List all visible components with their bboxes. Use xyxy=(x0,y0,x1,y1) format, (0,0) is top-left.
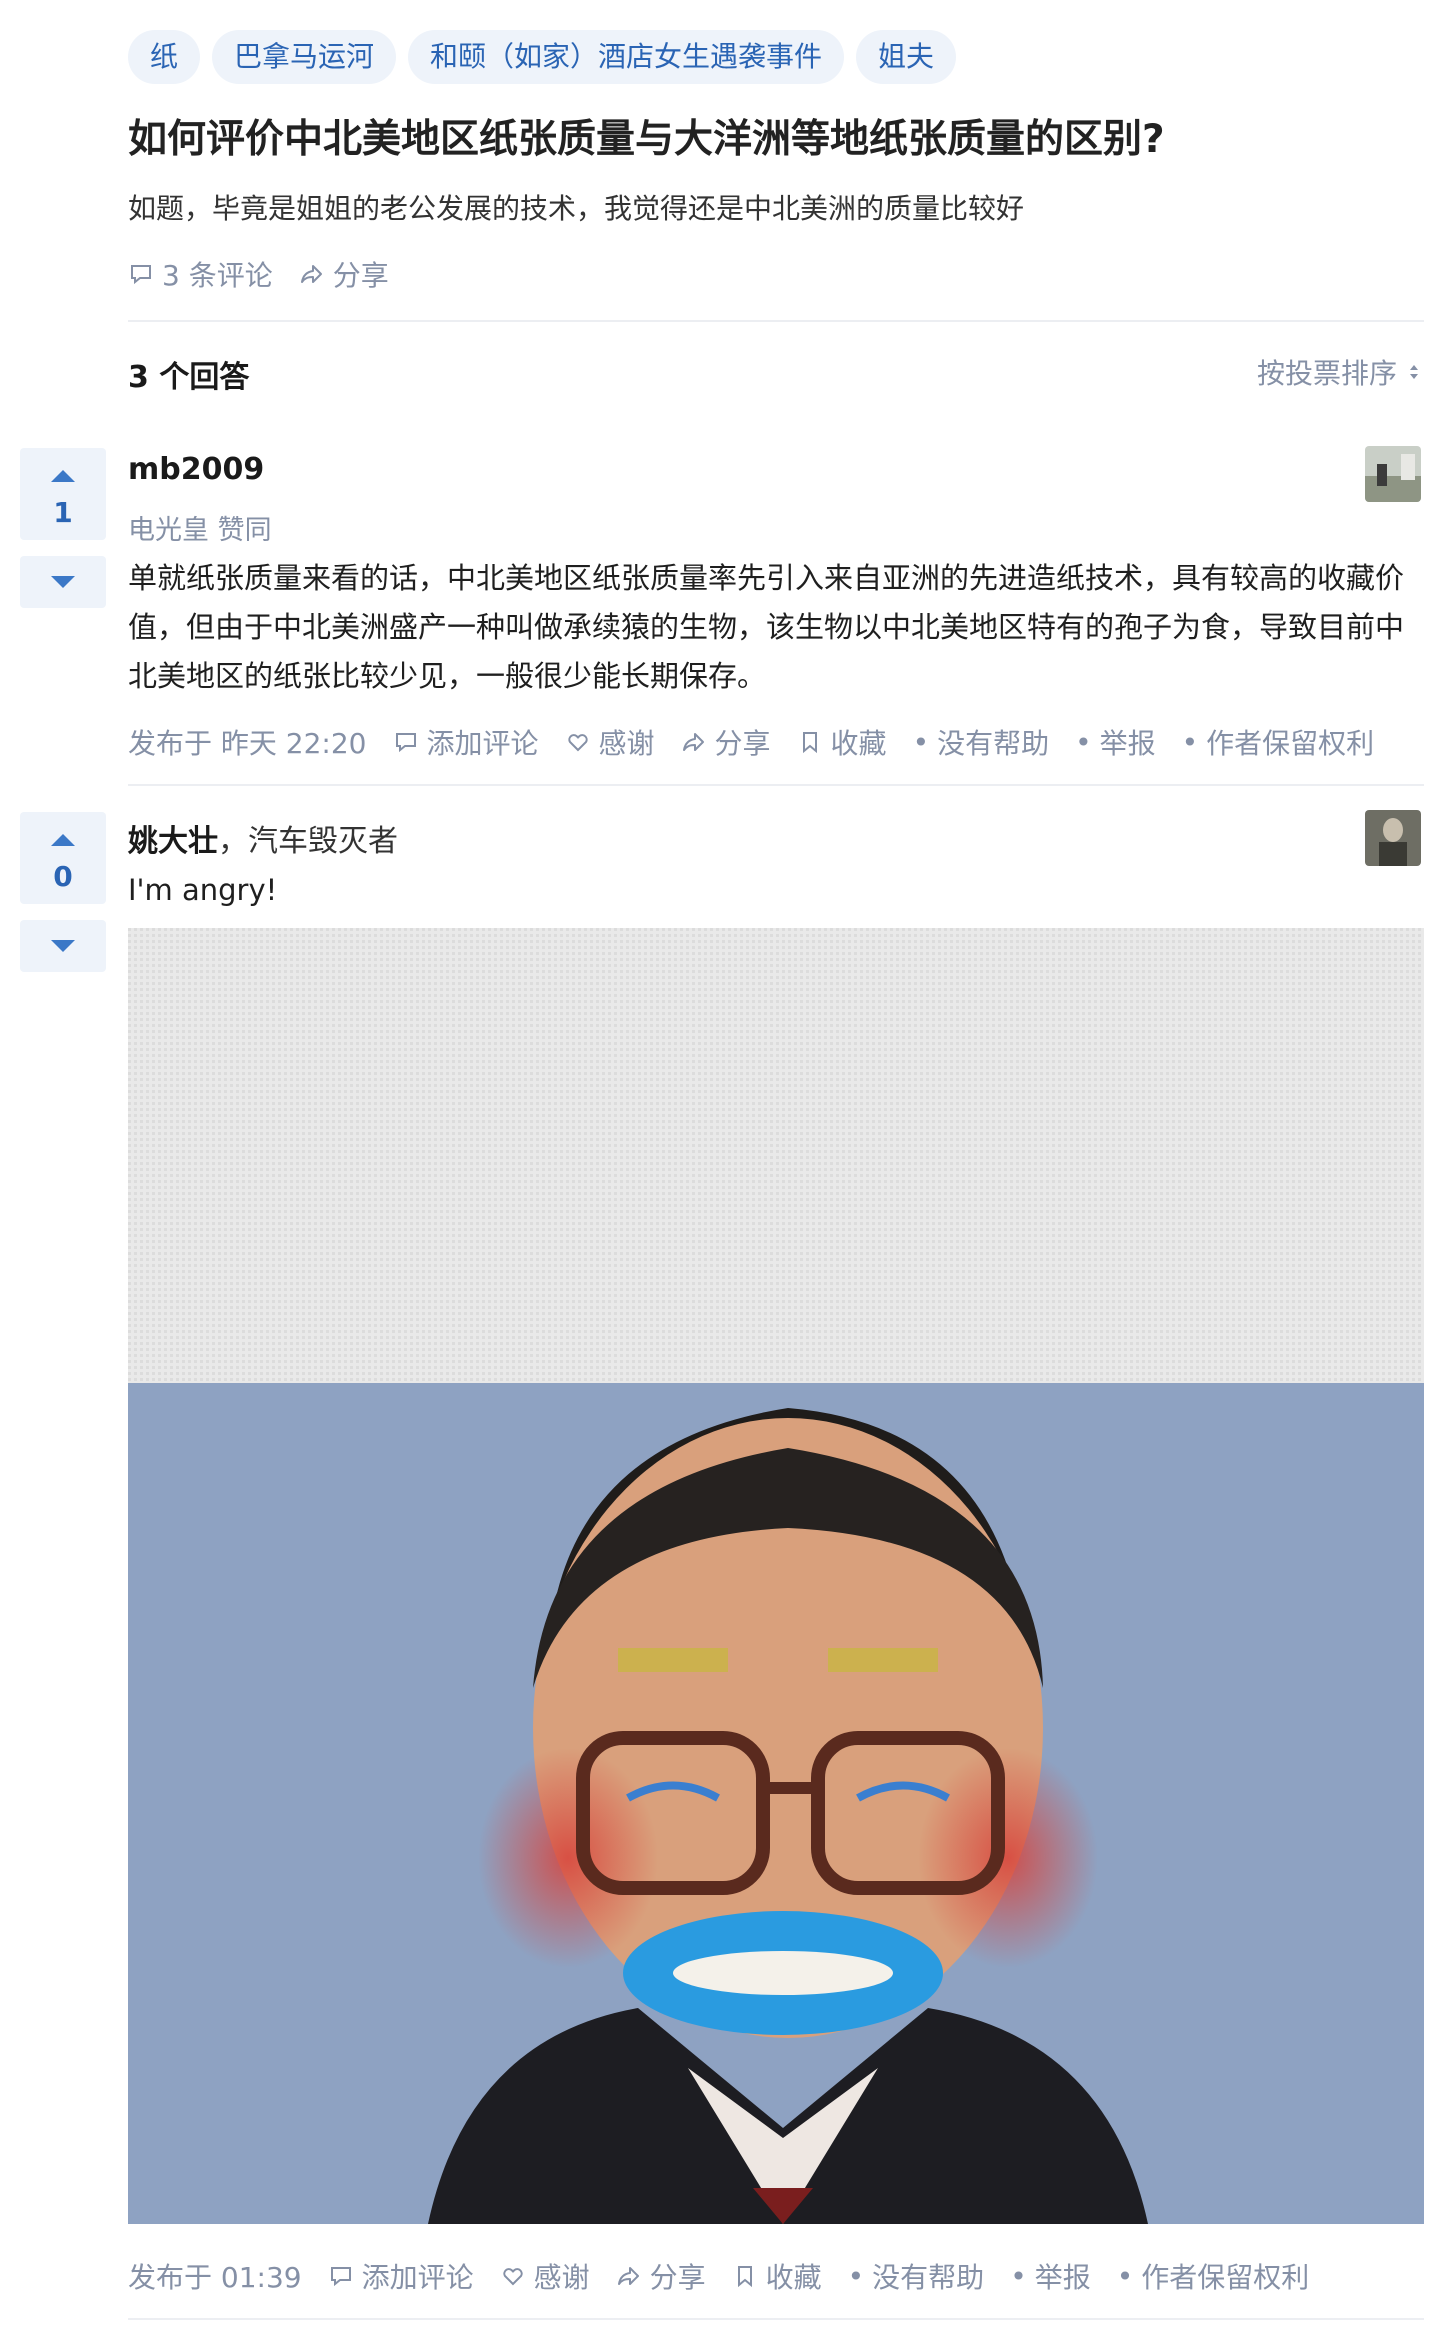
question-share-button[interactable]: 分享 xyxy=(299,254,389,294)
question-comments-button[interactable]: 3 条评论 xyxy=(128,254,273,294)
collect-button[interactable]: 收藏 xyxy=(797,722,887,762)
downvote-button[interactable] xyxy=(20,920,106,972)
add-comment-button[interactable]: 添加评论 xyxy=(393,722,539,762)
vote-count: 0 xyxy=(53,860,73,893)
collect-button[interactable]: 收藏 xyxy=(732,2256,822,2296)
no-help-button[interactable]: • 没有帮助 xyxy=(913,722,1050,762)
divider xyxy=(128,784,1424,786)
topic-tag[interactable]: 巴拿马运河 xyxy=(212,30,397,84)
separator-dot: • xyxy=(1116,2259,1134,2293)
comment-icon xyxy=(328,2263,354,2289)
sort-dropdown[interactable]: 按投票排序 xyxy=(1257,352,1421,392)
publish-time[interactable]: 发布于 昨天 22:20 xyxy=(128,722,367,762)
share-icon xyxy=(681,729,707,755)
author-bio: ，汽车毁灭者 xyxy=(218,824,398,859)
answer-author[interactable]: mb2009 xyxy=(128,452,264,487)
share-button[interactable]: 分享 xyxy=(616,2256,706,2296)
rights-link[interactable]: • 作者保留权利 xyxy=(1117,2256,1310,2296)
answer-actions: 发布于 01:39 添加评论 感谢 分享 收藏 • 没有帮助 • 举报 • 作者… xyxy=(128,2256,1309,2296)
answer-author[interactable]: 姚大壮，汽车毁灭者 xyxy=(128,816,398,860)
heart-icon xyxy=(500,2263,526,2289)
share-button[interactable]: 分享 xyxy=(681,722,771,762)
rights-link[interactable]: • 作者保留权利 xyxy=(1182,722,1375,762)
divider xyxy=(128,2318,1424,2320)
share-icon xyxy=(616,2263,642,2289)
upvote-arrow-icon xyxy=(51,834,75,846)
report-button[interactable]: • 举报 xyxy=(1010,2256,1091,2296)
topic-tag[interactable]: 纸 xyxy=(128,30,201,84)
topic-tag[interactable]: 姐夫 xyxy=(856,30,957,84)
answer-actions: 发布于 昨天 22:20 添加评论 感谢 分享 收藏 • 没有帮助 • 举报 •… xyxy=(128,722,1374,762)
separator-dot: • xyxy=(1010,2259,1027,2293)
publish-time[interactable]: 发布于 01:39 xyxy=(128,2256,302,2296)
topic-tag[interactable]: 和颐（如家）酒店女生遇袭事件 xyxy=(408,30,845,84)
voters-list[interactable]: 电光皇 赞同 xyxy=(128,508,272,547)
question-title: 如何评价中北美地区纸张质量与大洋洲等地纸张质量的区别? xyxy=(128,117,1165,162)
author-name[interactable]: mb2009 xyxy=(128,452,264,487)
question-detail: 如题，毕竟是姐姐的老公发展的技术，我觉得还是中北美洲的质量比较好 xyxy=(128,192,1025,225)
answer-image[interactable] xyxy=(128,928,1424,2224)
separator-dot: • xyxy=(847,2259,865,2293)
report-button[interactable]: • 举报 xyxy=(1075,722,1156,762)
thanks-button[interactable]: 感谢 xyxy=(500,2256,590,2296)
comment-icon xyxy=(128,261,154,287)
thanks-button[interactable]: 感谢 xyxy=(565,722,655,762)
add-comment-button[interactable]: 添加评论 xyxy=(328,2256,474,2296)
comment-icon xyxy=(393,729,419,755)
sort-arrows-icon xyxy=(1407,359,1421,385)
bookmark-icon xyxy=(732,2263,758,2289)
answer-text: I'm angry! xyxy=(128,873,278,907)
bookmark-icon xyxy=(797,729,823,755)
upvote-button[interactable]: 0 xyxy=(20,812,106,904)
upvote-arrow-icon xyxy=(51,470,75,482)
downvote-arrow-icon xyxy=(51,940,75,952)
question-meta: 3 条评论 分享 xyxy=(128,254,389,294)
topic-list: 纸 巴拿马运河 和颐（如家）酒店女生遇袭事件 姐夫 xyxy=(128,30,957,84)
separator-dot: • xyxy=(1075,725,1092,759)
author-name[interactable]: 姚大壮 xyxy=(128,824,218,859)
separator-dot: • xyxy=(912,725,930,759)
answer-text: 单就纸张质量来看的话，中北美地区纸张质量率先引入来自亚洲的先进造纸技术，具有较高… xyxy=(128,561,1405,693)
avatar[interactable] xyxy=(1365,810,1421,866)
no-help-button[interactable]: • 没有帮助 xyxy=(848,2256,985,2296)
avatar[interactable] xyxy=(1365,446,1421,502)
answers-count: 3 个回答 xyxy=(128,360,250,395)
separator-dot: • xyxy=(1181,725,1199,759)
vote-count: 1 xyxy=(53,496,73,529)
share-icon xyxy=(299,261,325,287)
heart-icon xyxy=(565,729,591,755)
downvote-button[interactable] xyxy=(20,556,106,608)
divider xyxy=(128,320,1424,322)
downvote-arrow-icon xyxy=(51,576,75,588)
upvote-button[interactable]: 1 xyxy=(20,448,106,540)
